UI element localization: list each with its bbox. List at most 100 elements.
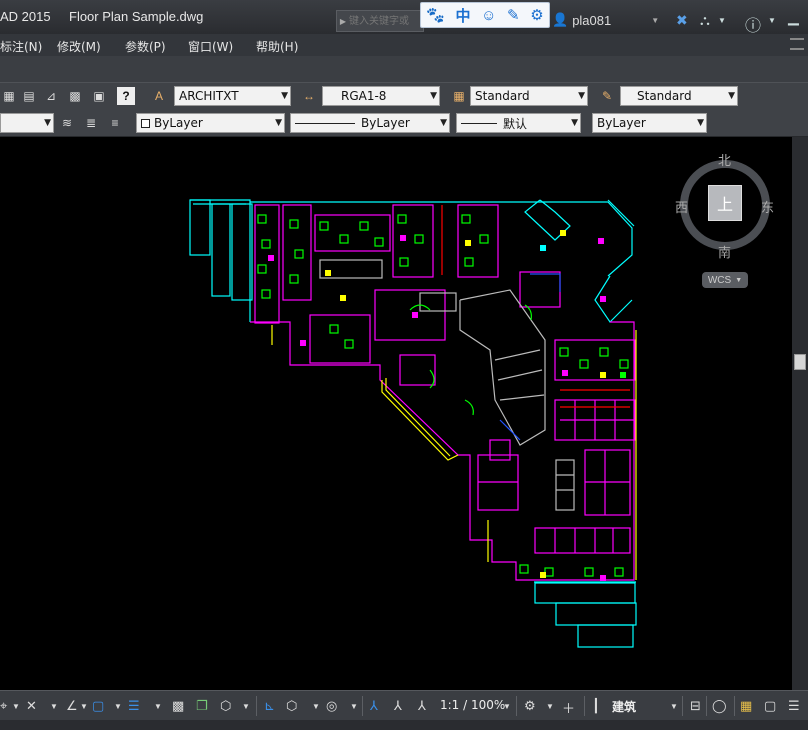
layer-state-icon[interactable]: ≡ bbox=[106, 114, 124, 132]
divider bbox=[256, 696, 257, 716]
table-style-select[interactable]: Standard ▼ bbox=[470, 86, 588, 106]
multileader-style-select[interactable]: Standard ▼ bbox=[620, 86, 738, 106]
scrollbar-thumb[interactable] bbox=[794, 354, 806, 370]
chevron-down-icon[interactable]: ▼ bbox=[50, 702, 58, 711]
hardware-acceleration-icon[interactable]: ▦ bbox=[740, 698, 752, 714]
compass-north[interactable]: 北 bbox=[718, 150, 731, 169]
text-style-select[interactable]: ARCHITXT ▼ bbox=[174, 86, 291, 106]
chevron-down-icon[interactable]: ▼ bbox=[670, 702, 678, 711]
annotation-visibility-icon[interactable]: ⅄ bbox=[370, 698, 378, 714]
plus-icon[interactable]: ＋ bbox=[562, 698, 575, 717]
layer-select[interactable]: ▼ bbox=[0, 113, 54, 133]
properties-icon[interactable]: ▩ bbox=[66, 87, 84, 105]
ime-emoji-icon[interactable]: ☺ bbox=[481, 7, 496, 24]
lineweight-select[interactable]: 默认 ▼ bbox=[456, 113, 581, 133]
viewcube-top-face[interactable]: 上 bbox=[708, 185, 742, 221]
chevron-down-icon: ▼ bbox=[275, 118, 282, 128]
lock-icon[interactable]: ⊟ bbox=[690, 698, 701, 714]
plotstyle-value: ByLayer bbox=[597, 116, 646, 130]
a360-icon[interactable]: ⛬ bbox=[700, 12, 710, 29]
user-signin[interactable]: 👤 pla081 ▼ bbox=[552, 12, 659, 28]
compass-south[interactable]: 南 bbox=[718, 242, 731, 261]
minimize-icon[interactable]: ▁ bbox=[788, 9, 799, 26]
ime-toolbar[interactable]: 🐾 中 ☺ ✎ ⚙ bbox=[420, 2, 550, 28]
username: pla081 bbox=[572, 12, 612, 28]
search-input[interactable] bbox=[349, 12, 421, 30]
chevron-down-icon: ▼ bbox=[571, 118, 578, 128]
help-dropdown-icon[interactable]: ▼ bbox=[768, 16, 776, 25]
menu-window[interactable]: 窗口(W) bbox=[188, 38, 233, 55]
chevron-down-icon[interactable]: ▼ bbox=[242, 702, 250, 711]
menu-help[interactable]: 帮助(H) bbox=[256, 38, 298, 55]
dim-style-select[interactable]: RGA1-8 ▼ bbox=[322, 86, 440, 106]
table-style-value: Standard bbox=[475, 89, 530, 103]
properties-toolbar: ▼ ≋ ≣ ≡ ByLayer ▼ ByLayer ▼ 默认 ▼ ByLayer ▼ bbox=[0, 110, 808, 137]
chevron-down-icon[interactable]: ▼ bbox=[350, 702, 358, 711]
plotstyle-select[interactable]: ByLayer ▼ bbox=[592, 113, 707, 133]
ime-pen-icon[interactable]: ✎ bbox=[507, 6, 520, 24]
chevron-down-icon[interactable]: ▼ bbox=[154, 702, 162, 711]
search-expand-icon[interactable]: ▶ bbox=[337, 17, 349, 26]
a360-dropdown-icon[interactable]: ▼ bbox=[718, 16, 726, 25]
menu-grip-icon[interactable] bbox=[790, 38, 804, 50]
ribbon-band bbox=[0, 56, 808, 82]
clean-screen-icon[interactable]: ▢ bbox=[764, 698, 776, 714]
calculator-icon[interactable]: ▣ bbox=[90, 87, 108, 105]
help-icon[interactable]: ⓘ bbox=[745, 12, 761, 36]
ucs-icon[interactable]: ⬡ bbox=[286, 698, 297, 714]
workspace-gear-icon[interactable]: ⚙ bbox=[524, 698, 536, 714]
chevron-down-icon[interactable]: ▼ bbox=[114, 702, 122, 711]
menu-dimension[interactable]: 标注(N) bbox=[0, 38, 42, 55]
drawing-canvas[interactable]: 上 北 南 东 西 WCS ▼ bbox=[0, 137, 792, 690]
customization-icon[interactable]: ☰ bbox=[788, 698, 800, 714]
compass-east[interactable]: 东 bbox=[761, 197, 774, 216]
chevron-down-icon[interactable]: ▼ bbox=[312, 702, 320, 711]
color-select[interactable]: ByLayer ▼ bbox=[136, 113, 285, 133]
annotation-scale-icon[interactable]: ⅄ bbox=[418, 698, 426, 714]
compass-west[interactable]: 西 bbox=[675, 197, 688, 216]
layer-previous-icon[interactable]: ≣ bbox=[82, 114, 100, 132]
ime-paw-icon[interactable]: 🐾 bbox=[426, 6, 445, 24]
gizmo-icon[interactable]: ◎ bbox=[326, 698, 337, 714]
auto-scale-icon[interactable]: ⅄ bbox=[394, 698, 402, 714]
layer-match-icon[interactable]: ≋ bbox=[58, 114, 76, 132]
floor-plan-drawing bbox=[189, 199, 637, 648]
viewcube[interactable]: 上 北 南 东 西 WCS ▼ bbox=[675, 150, 775, 288]
dimension-icon[interactable]: ▦ bbox=[0, 87, 18, 105]
dim-style-icon[interactable]: ↔ bbox=[300, 87, 318, 105]
chevron-down-icon[interactable]: ▼ bbox=[80, 702, 88, 711]
isolate-objects-icon[interactable]: ◯ bbox=[712, 698, 727, 714]
transparency-icon[interactable]: ▩ bbox=[172, 698, 184, 714]
table-style-icon[interactable]: ▦ bbox=[450, 87, 468, 105]
help-query-icon[interactable]: ? bbox=[117, 87, 135, 105]
chevron-down-icon[interactable]: ▼ bbox=[12, 702, 20, 711]
text-style-icon[interactable]: A bbox=[150, 87, 168, 105]
dynamic-ucs-icon[interactable]: ⊾ bbox=[264, 698, 275, 714]
linetype-select[interactable]: ByLayer ▼ bbox=[290, 113, 450, 133]
annotation-scale-value[interactable]: 1:1 / 100% bbox=[440, 698, 505, 712]
wcs-menu[interactable]: WCS ▼ bbox=[702, 272, 748, 288]
snap-icon[interactable]: ⌖ bbox=[0, 698, 7, 714]
3d-osnap-icon[interactable]: ⬡ bbox=[220, 698, 231, 714]
user-dropdown-icon[interactable]: ▼ bbox=[651, 16, 659, 25]
ime-settings-icon[interactable]: ⚙ bbox=[530, 6, 543, 24]
ime-chinese-mode[interactable]: 中 bbox=[456, 5, 471, 26]
angle-icon[interactable]: ∠ bbox=[66, 698, 78, 714]
text-edit-icon[interactable]: ▤ bbox=[20, 87, 38, 105]
vertical-scrollbar[interactable] bbox=[792, 137, 808, 690]
measure-icon[interactable]: ⊿ bbox=[42, 87, 60, 105]
chevron-down-icon[interactable]: ▼ bbox=[546, 702, 554, 711]
core-walls bbox=[319, 259, 575, 511]
exchange-icon[interactable]: ✖ bbox=[676, 12, 688, 29]
search-box[interactable]: ▶ bbox=[336, 10, 424, 32]
menu-parametric[interactable]: 参数(P) bbox=[125, 38, 166, 55]
polar-tracking-icon[interactable]: ✕ bbox=[26, 698, 37, 714]
osnap-icon[interactable]: ▢ bbox=[92, 698, 104, 714]
chevron-down-icon[interactable]: ▼ bbox=[503, 702, 511, 711]
workspace-name[interactable]: 建筑 bbox=[612, 698, 636, 715]
selection-cycling-icon[interactable]: ❐ bbox=[196, 698, 208, 714]
menu-modify[interactable]: 修改(M) bbox=[57, 38, 101, 55]
lineweight-display-icon[interactable]: ☰ bbox=[128, 698, 140, 714]
divider bbox=[584, 696, 585, 716]
multileader-style-icon[interactable]: ✎ bbox=[598, 87, 616, 105]
